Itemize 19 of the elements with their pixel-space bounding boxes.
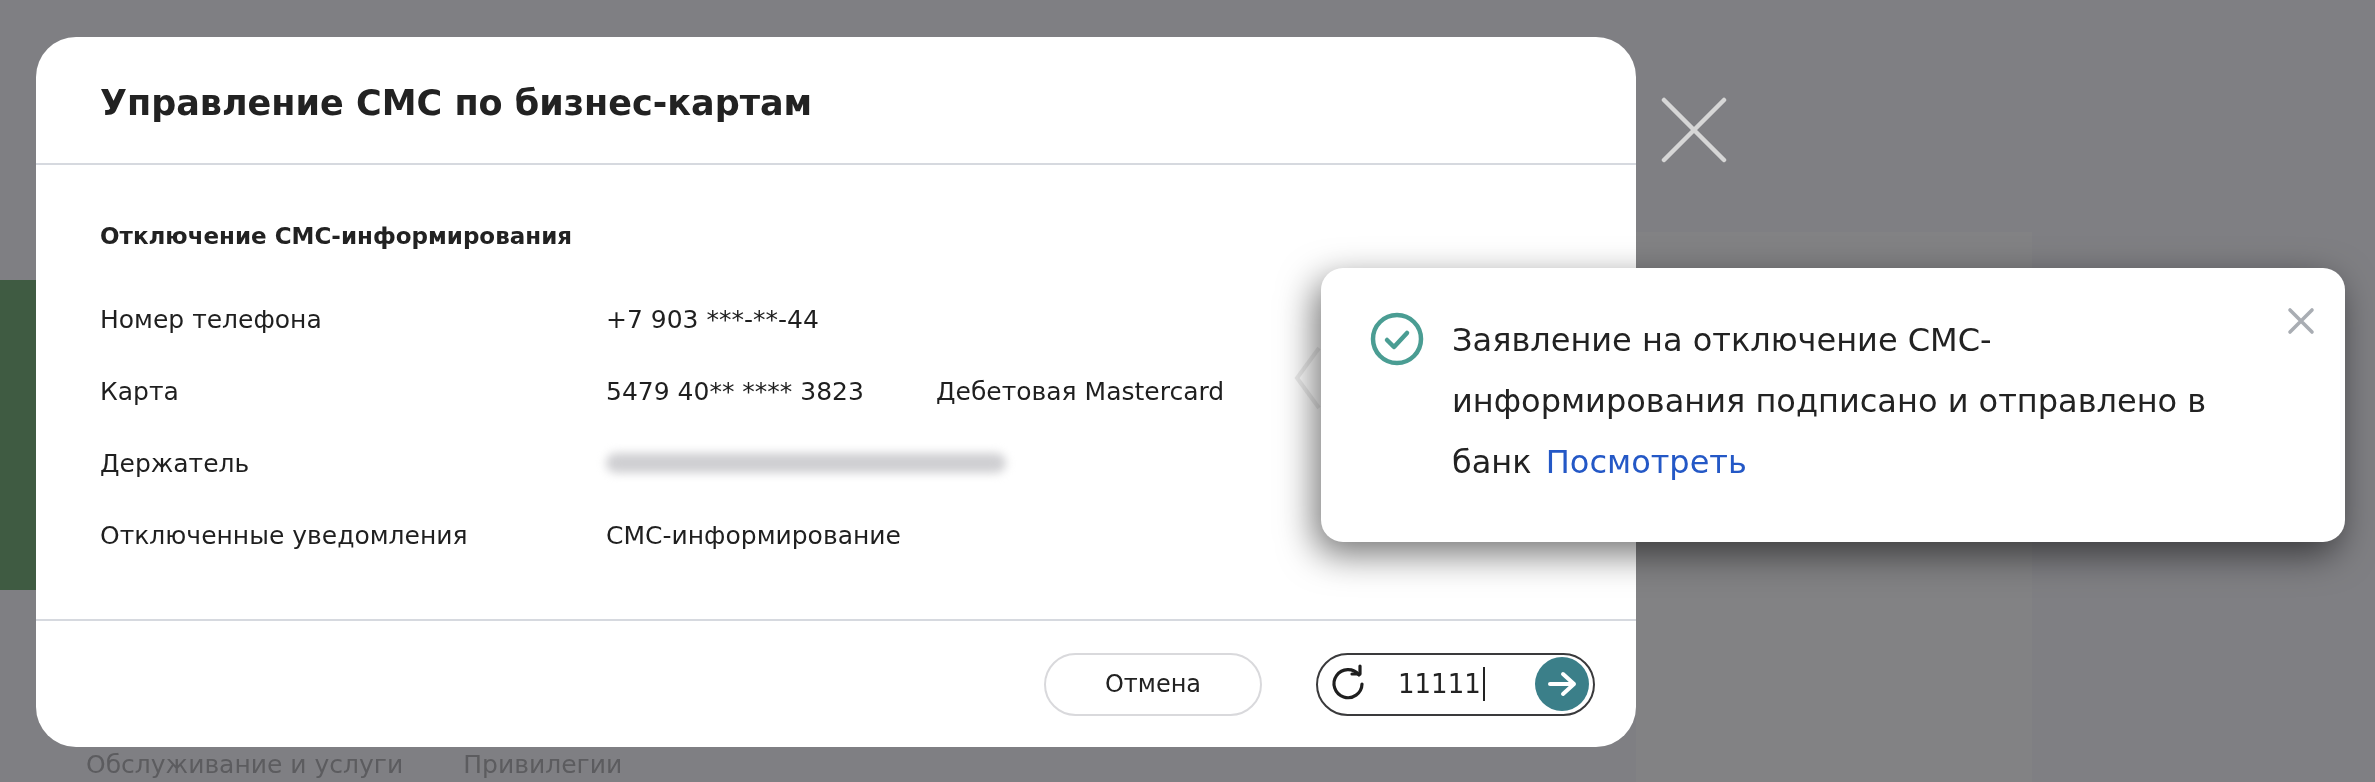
chevron-left-icon [1293, 345, 1321, 411]
cancel-button[interactable]: Отмена [1044, 652, 1262, 716]
field-label: Держатель [100, 448, 251, 478]
section-title: Отключение СМС-информирования [100, 222, 574, 251]
field-value: СМС-информирование [606, 520, 902, 550]
field-label: Отключенные уведомления [100, 520, 469, 550]
close-icon[interactable] [1661, 97, 1727, 163]
field-label: Номер телефона [100, 304, 323, 334]
arrow-right-icon [1547, 671, 1577, 697]
check-circle-icon [1370, 312, 1424, 366]
field-value: Дебетовая Mastercard [936, 376, 1225, 406]
notification-message: Заявление на отключение СМС-информирования подписано и отправлено в банк Посмотреть [1452, 320, 2208, 483]
view-link[interactable]: Посмотреть [1545, 443, 1747, 481]
code-input-field[interactable]: 11111 [1316, 652, 1595, 716]
dialog-title: Управление СМС по бизнес-картам [100, 83, 813, 123]
field-value: 5479 40** **** 3823 [606, 376, 865, 406]
field-label: Карта [100, 376, 180, 406]
field-value: +7 903 ***-**-44 [606, 304, 820, 334]
submit-button[interactable] [1535, 657, 1589, 711]
